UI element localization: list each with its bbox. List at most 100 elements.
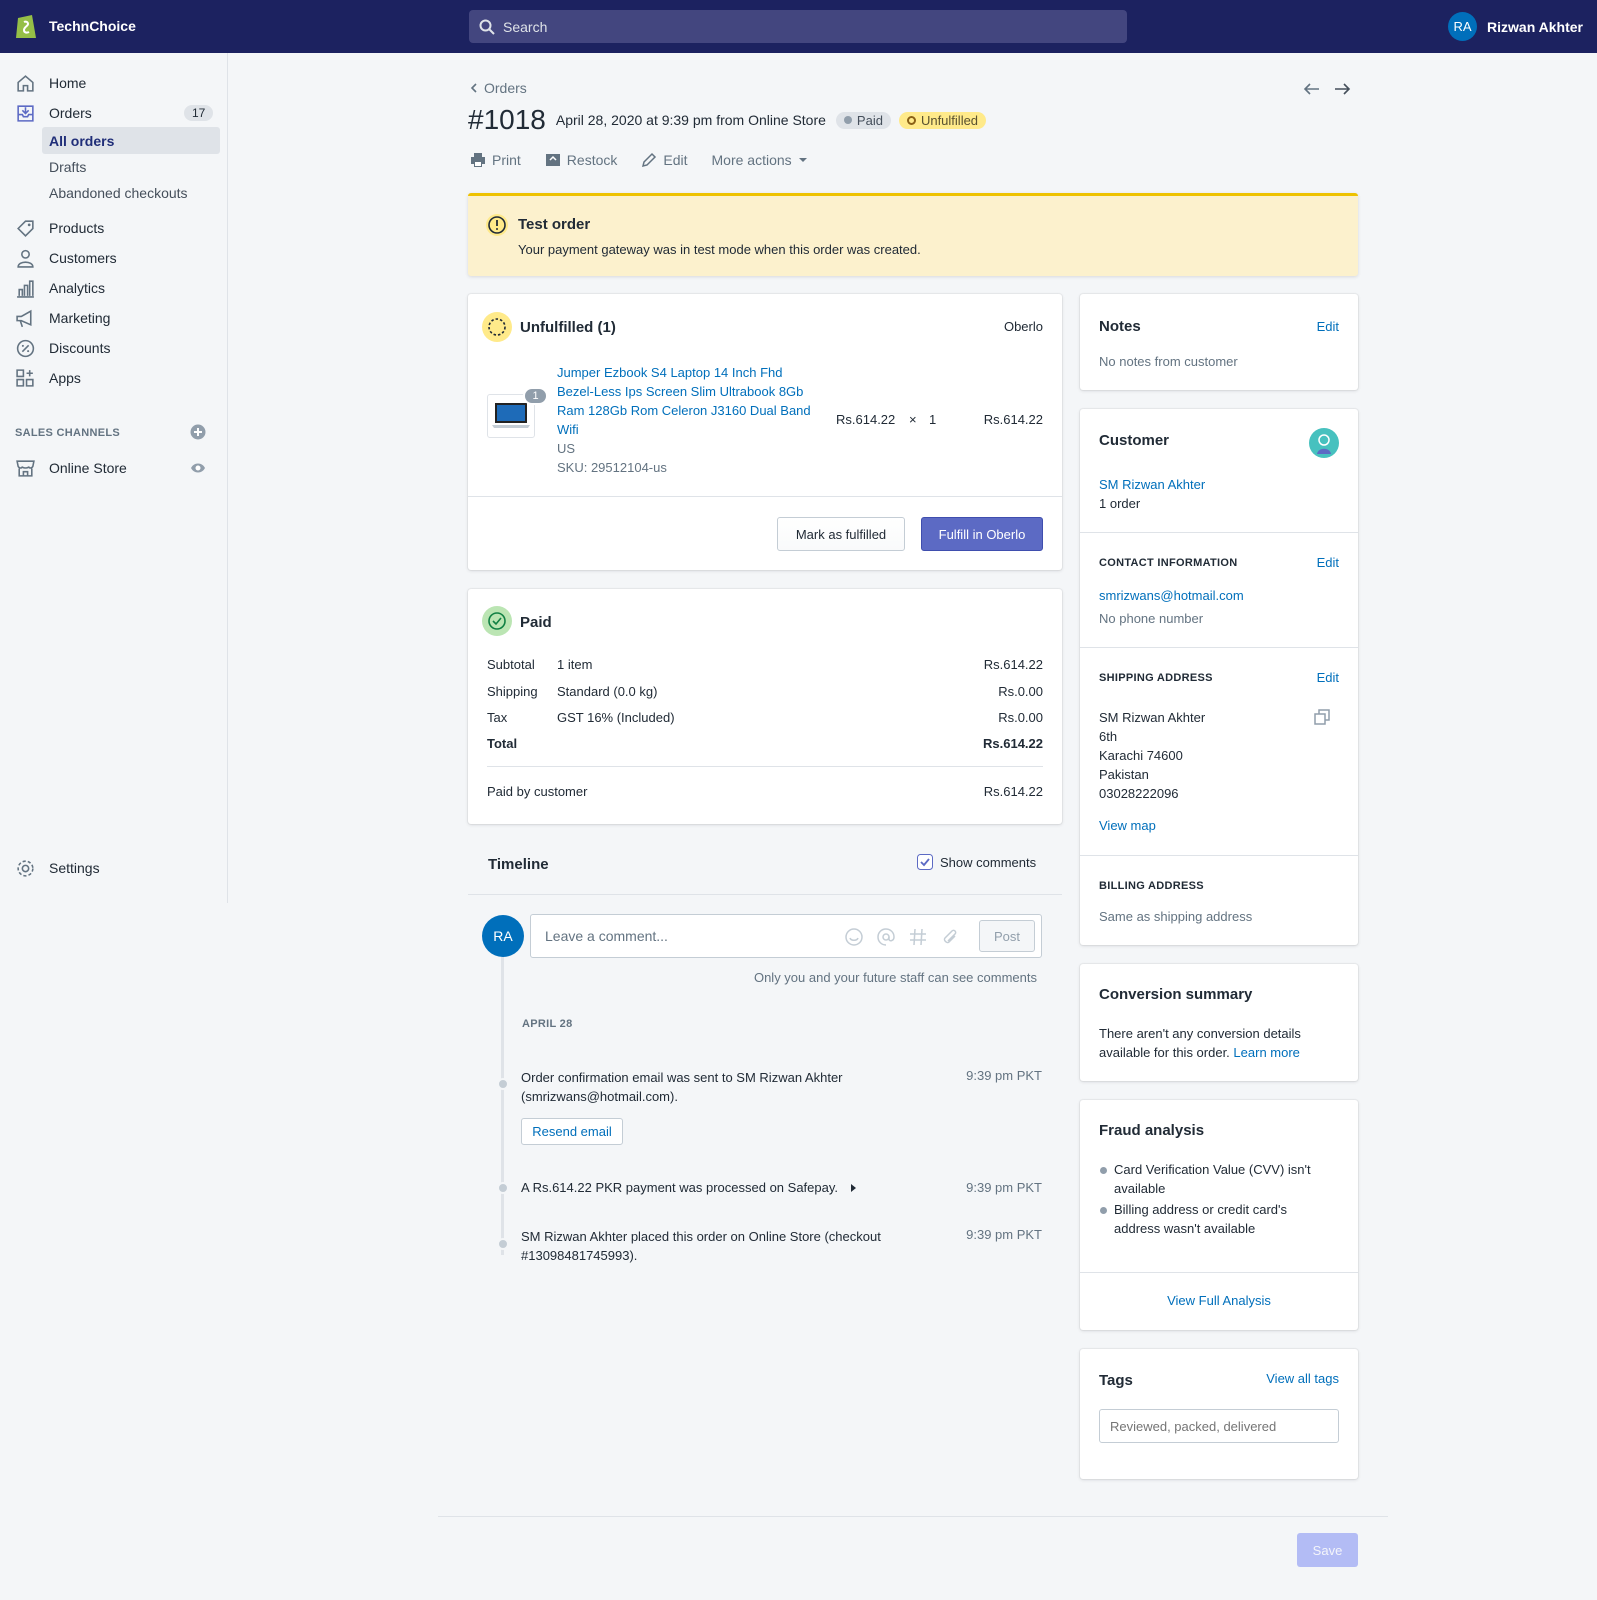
- timeline-event[interactable]: A Rs.614.22 PKR payment was processed on…: [521, 1180, 858, 1195]
- sidebar-item-discounts[interactable]: Discounts: [0, 333, 228, 363]
- view-map-link[interactable]: View map: [1099, 818, 1156, 833]
- tags-input[interactable]: [1099, 1409, 1339, 1443]
- timeline-event: Order confirmation email was sent to SM …: [521, 1068, 843, 1106]
- times-sign: ×: [909, 412, 917, 427]
- apps-icon: [16, 369, 34, 387]
- shipping-edit-link[interactable]: Edit: [1317, 670, 1339, 685]
- breadcrumb[interactable]: Orders: [468, 80, 527, 96]
- attachment-icon[interactable]: [941, 928, 959, 946]
- comment-note: Only you and your future staff can see c…: [753, 970, 1037, 985]
- sidebar-item-label: Home: [49, 75, 87, 91]
- notes-card: Notes Edit No notes from customer: [1080, 294, 1358, 390]
- paid-by-amount: Rs.614.22: [983, 784, 1043, 799]
- fraud-title: Fraud analysis: [1099, 1122, 1205, 1139]
- fraud-item: Billing address or credit card's address…: [1114, 1200, 1287, 1238]
- banner-text: Your payment gateway was in test mode wh…: [518, 242, 921, 257]
- eye-icon[interactable]: [190, 461, 206, 475]
- discount-icon: [16, 339, 35, 358]
- shipping-amount: Rs.0.00: [998, 684, 1043, 699]
- mark-as-fulfilled-button[interactable]: Mark as fulfilled: [777, 517, 905, 551]
- arrow-left-icon[interactable]: [1303, 80, 1321, 98]
- customer-title: Customer: [1099, 432, 1170, 449]
- view-full-analysis-link[interactable]: View Full Analysis: [1080, 1293, 1358, 1308]
- sidebar-item-home[interactable]: Home: [0, 68, 228, 98]
- print-button[interactable]: Print: [470, 152, 521, 168]
- orders-icon: [17, 105, 34, 122]
- emoji-icon[interactable]: [845, 928, 863, 946]
- sidebar-subitem-all-orders[interactable]: All orders: [42, 127, 220, 154]
- fraud-analysis-card: Fraud analysis Card Verification Value (…: [1080, 1100, 1358, 1330]
- billing-address-heading: BILLING ADDRESS: [1099, 880, 1204, 892]
- sidebar-item-customers[interactable]: Customers: [0, 243, 228, 273]
- printer-icon: [471, 153, 485, 167]
- breadcrumb-orders: Orders: [484, 80, 527, 96]
- more-actions-button[interactable]: More actions: [712, 152, 814, 168]
- product-sku: SKU: 29512104-us: [557, 460, 667, 475]
- learn-more-link[interactable]: Learn more: [1233, 1045, 1299, 1060]
- comment-input[interactable]: Leave a comment... Post: [530, 914, 1042, 958]
- sidebar-item-orders[interactable]: Orders 17: [0, 98, 228, 128]
- sidebar-item-products[interactable]: Products: [0, 213, 228, 243]
- restock-button[interactable]: Restock: [545, 152, 617, 168]
- sidebar-item-online-store[interactable]: Online Store: [0, 453, 228, 483]
- order-header: #1018 April 28, 2020 at 9:39 pm from Onl…: [468, 104, 994, 136]
- customer-name-link[interactable]: SM Rizwan Akhter: [1099, 477, 1205, 492]
- hashtag-icon[interactable]: [909, 928, 927, 946]
- sidebar-subitem-drafts[interactable]: Drafts: [42, 153, 220, 180]
- warning-icon: [486, 214, 508, 236]
- product-title-line: Ram 128Gb Rom Celeron J3160 Dual Band: [557, 403, 811, 418]
- add-channel-icon[interactable]: [190, 424, 206, 440]
- tag-icon: [17, 220, 34, 237]
- fulfill-in-oberlo-button[interactable]: Fulfill in Oberlo: [921, 517, 1043, 551]
- fraud-item-line: Card Verification Value (CVV) isn't: [1114, 1162, 1311, 1177]
- address-line: SM Rizwan Akhter: [1099, 710, 1206, 725]
- conversion-text-line: There aren't any conversion details: [1099, 1026, 1301, 1041]
- sidebar-item-analytics[interactable]: Analytics: [0, 273, 228, 303]
- show-comments-checkbox[interactable]: Show comments: [917, 854, 1036, 870]
- timeline-title: Timeline: [488, 856, 549, 873]
- user-menu[interactable]: RA Rizwan Akhter: [1448, 12, 1583, 41]
- customer-avatar-icon[interactable]: [1309, 428, 1339, 458]
- sidebar-item-label: Orders: [49, 105, 92, 121]
- event-text: Order confirmation email was sent to SM …: [521, 1070, 843, 1085]
- fraud-item-line: Billing address or credit card's: [1114, 1202, 1287, 1217]
- mention-icon[interactable]: [877, 928, 895, 946]
- order-pager: [1303, 80, 1351, 98]
- shopify-logo-icon[interactable]: [14, 12, 38, 40]
- edit-button[interactable]: Edit: [641, 152, 688, 168]
- sidebar-item-apps[interactable]: Apps: [0, 363, 228, 393]
- arrow-right-icon[interactable]: [1333, 80, 1351, 98]
- bar-chart-icon: [17, 280, 34, 298]
- save-button[interactable]: Save: [1297, 1533, 1358, 1567]
- search-input[interactable]: Search: [469, 10, 1127, 43]
- timeline-dot: [497, 1182, 509, 1194]
- sidebar-subitem-abandoned-checkouts[interactable]: Abandoned checkouts: [42, 179, 220, 206]
- orders-count-badge: 17: [184, 105, 214, 121]
- notes-edit-link[interactable]: Edit: [1317, 319, 1339, 334]
- tax-desc: GST 16% (Included): [557, 710, 675, 725]
- store-name[interactable]: TechnChoice: [49, 18, 136, 34]
- top-bar: TechnChoice Search RA Rizwan Akhter: [0, 0, 1597, 53]
- subtotal-desc: 1 item: [557, 657, 593, 672]
- event-time: 9:39 pm PKT: [966, 1227, 1042, 1242]
- product-title-link[interactable]: Jumper Ezbook S4 Laptop 14 Inch Fhd Beze…: [557, 363, 811, 477]
- print-label: Print: [492, 152, 521, 168]
- shipping-address: SM Rizwan Akhter 6th Karachi 74600 Pakis…: [1099, 708, 1205, 803]
- resend-email-button[interactable]: Resend email: [521, 1118, 623, 1145]
- customer-email-link[interactable]: smrizwans@hotmail.com: [1099, 588, 1244, 603]
- view-all-tags-link[interactable]: View all tags: [1266, 1371, 1339, 1386]
- product-variant: US: [557, 441, 576, 456]
- post-button[interactable]: Post: [979, 920, 1035, 952]
- product-title-line: Bezel-Less Ips Screen Slim Ultrabook 8Gb: [557, 384, 804, 399]
- customer-phone: No phone number: [1099, 611, 1204, 626]
- pencil-icon: [642, 152, 657, 168]
- sidebar-item-settings[interactable]: Settings: [0, 853, 228, 883]
- divider: [1080, 647, 1358, 648]
- address-line: Karachi 74600: [1099, 748, 1183, 763]
- footer-divider: [438, 1516, 1388, 1517]
- paid-by-label: Paid by customer: [487, 784, 588, 799]
- subtotal-amount: Rs.614.22: [983, 657, 1043, 672]
- contact-edit-link[interactable]: Edit: [1317, 555, 1339, 570]
- copy-icon[interactable]: [1314, 709, 1330, 725]
- sidebar-item-marketing[interactable]: Marketing: [0, 303, 228, 333]
